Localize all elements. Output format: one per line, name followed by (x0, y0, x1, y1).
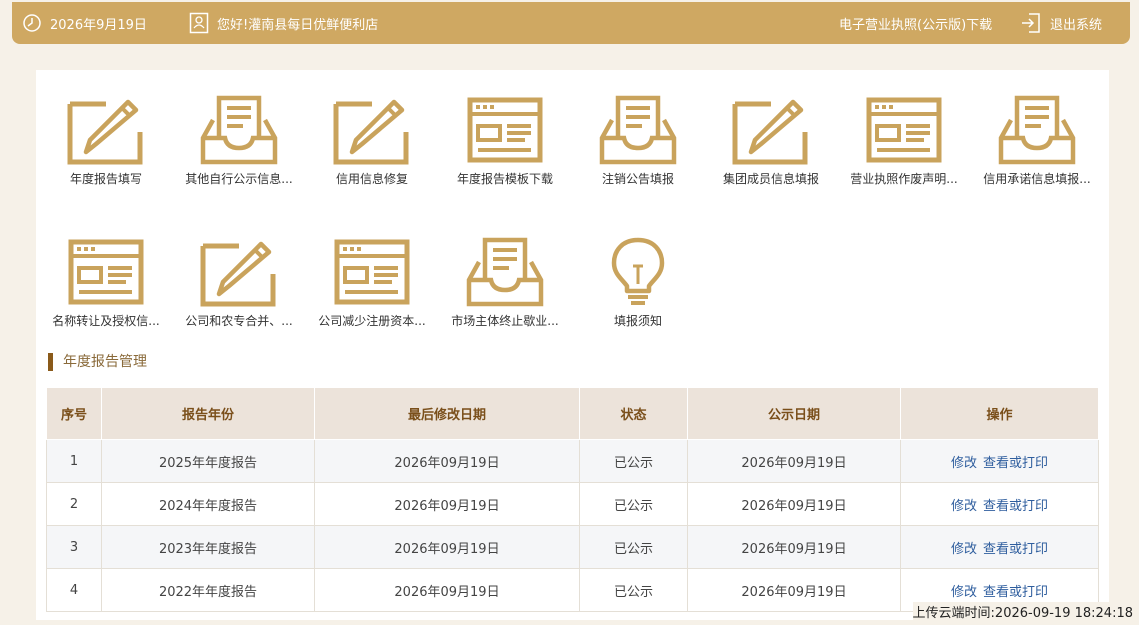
cell-actions: 修改 查看或打印 (900, 482, 1099, 526)
function-tile-4[interactable]: 年度报告模板下载 (445, 94, 565, 204)
clock-icon (23, 14, 41, 32)
function-tile-label: 注销公告填报 (601, 172, 674, 186)
inbox-icon (997, 94, 1077, 166)
cell-publish: 2026年09月19日 (687, 568, 901, 612)
col-header-year: 报告年份 (101, 387, 315, 440)
view-print-link[interactable]: 查看或打印 (983, 456, 1048, 471)
table-row: 2 2024年年度报告 2026年09月19日 已公示 2026年09月19日 … (46, 482, 1099, 526)
pencil-doc-icon (66, 94, 146, 166)
function-tile-label: 公司减少注册资本... (318, 314, 426, 328)
pencil-doc-icon (731, 94, 811, 166)
pencil-doc-icon (332, 94, 412, 166)
cell-year: 2022年年度报告 (101, 568, 315, 612)
greeting-text: 您好!灌南县每日优鲜便利店 (217, 17, 379, 33)
function-tile-label: 信用信息修复 (335, 172, 408, 186)
cell-year: 2024年年度报告 (101, 482, 315, 526)
cell-status: 已公示 (579, 439, 688, 483)
cell-no: 3 (46, 525, 102, 569)
table-header-row: 序号 报告年份 最后修改日期 状态 公示日期 操作 (46, 387, 1099, 440)
cell-modified: 2026年09月19日 (314, 482, 580, 526)
edit-link[interactable]: 修改 (951, 456, 977, 471)
col-header-status: 状态 (579, 387, 688, 440)
edit-link[interactable]: 修改 (951, 499, 977, 514)
cell-publish: 2026年09月19日 (687, 482, 901, 526)
table-row: 3 2023年年度报告 2026年09月19日 已公示 2026年09月19日 … (46, 525, 1099, 569)
cell-modified: 2026年09月19日 (314, 568, 580, 612)
current-date: 2026年9月19日 (50, 17, 147, 33)
view-print-link[interactable]: 查看或打印 (983, 585, 1048, 600)
function-tile-1[interactable]: 年度报告填写 (46, 94, 166, 204)
cell-modified: 2026年09月19日 (314, 439, 580, 483)
function-tile-label: 公司和农专合并、... (185, 314, 293, 328)
function-tile-8[interactable]: 信用承诺信息填报... (977, 94, 1097, 204)
function-tile-label: 信用承诺信息填报... (983, 172, 1091, 186)
user-card-icon (189, 12, 209, 34)
main-panel: 年度报告填写 其他自行公示信息... 信用信息修复 年度报告模板下载 注销公告填… (36, 70, 1109, 620)
function-tile-label: 名称转让及授权信... (52, 314, 160, 328)
view-print-link[interactable]: 查看或打印 (983, 542, 1048, 557)
cell-status: 已公示 (579, 568, 688, 612)
function-tile-3[interactable]: 信用信息修复 (312, 94, 432, 204)
edit-link[interactable]: 修改 (951, 542, 977, 557)
cell-publish: 2026年09月19日 (687, 439, 901, 483)
cell-no: 4 (46, 568, 102, 612)
cell-modified: 2026年09月19日 (314, 525, 580, 569)
cell-actions: 修改 查看或打印 (900, 525, 1099, 569)
license-download-label: 电子营业执照(公示版)下载 (839, 17, 993, 33)
logout-label: 退出系统 (1050, 17, 1103, 33)
inbox-icon (465, 236, 545, 308)
col-header-modified: 最后修改日期 (314, 387, 580, 440)
cell-publish: 2026年09月19日 (687, 525, 901, 569)
function-tile-10[interactable]: 公司和农专合并、... (179, 236, 299, 346)
function-tile-label: 年度报告填写 (69, 172, 142, 186)
annual-report-table: 序号 报告年份 最后修改日期 状态 公示日期 操作 1 2025年年度报告 20… (46, 387, 1099, 612)
function-tile-13[interactable]: 填报须知 (578, 236, 698, 346)
bulb-icon (598, 236, 678, 308)
col-header-actions: 操作 (900, 387, 1099, 440)
function-tile-label: 集团成员信息填报 (722, 172, 819, 186)
col-header-no: 序号 (46, 387, 102, 440)
cell-status: 已公示 (579, 482, 688, 526)
function-tile-label: 市场主体终止歇业... (451, 314, 559, 328)
cell-no: 2 (46, 482, 102, 526)
logout-icon (1022, 13, 1040, 33)
function-tile-label: 年度报告模板下载 (456, 172, 553, 186)
function-tile-7[interactable]: 营业执照作废声明... (844, 94, 964, 204)
cell-actions: 修改 查看或打印 (900, 439, 1099, 483)
view-print-link[interactable]: 查看或打印 (983, 499, 1048, 514)
function-tile-5[interactable]: 注销公告填报 (578, 94, 698, 204)
date-item: 2026年9月19日 (22, 2, 147, 44)
window-icon (864, 94, 944, 166)
inbox-icon (199, 94, 279, 166)
inbox-icon (598, 94, 678, 166)
table-row: 1 2025年年度报告 2026年09月19日 已公示 2026年09月19日 … (46, 439, 1099, 483)
function-tile-9[interactable]: 名称转让及授权信... (46, 236, 166, 346)
cell-no: 1 (46, 439, 102, 483)
cell-year: 2025年年度报告 (101, 439, 315, 483)
function-tile-label: 填报须知 (613, 314, 662, 328)
license-download-link[interactable]: 电子营业执照(公示版)下载 (839, 2, 992, 44)
cell-status: 已公示 (579, 525, 688, 569)
window-icon (332, 236, 412, 308)
function-tile-label: 其他自行公示信息... (185, 172, 293, 186)
logout-button[interactable]: 退出系统 (1020, 2, 1102, 44)
greeting-item: 您好!灌南县每日优鲜便利店 (189, 2, 378, 44)
function-tile-11[interactable]: 公司减少注册资本... (312, 236, 432, 346)
pencil-doc-icon (199, 236, 279, 308)
top-bar: 2026年9月19日 您好!灌南县每日优鲜便利店 电子营业执照(公示版)下载 退… (12, 2, 1130, 44)
col-header-publish: 公示日期 (687, 387, 901, 440)
window-icon (66, 236, 146, 308)
function-tile-6[interactable]: 集团成员信息填报 (711, 94, 831, 204)
cell-year: 2023年年度报告 (101, 525, 315, 569)
window-icon (465, 94, 545, 166)
edit-link[interactable]: 修改 (951, 585, 977, 600)
function-tile-12[interactable]: 市场主体终止歇业... (445, 236, 565, 346)
function-tile-label: 营业执照作废声明... (850, 172, 958, 186)
section-title: 年度报告管理 (48, 353, 147, 371)
function-tile-2[interactable]: 其他自行公示信息... (179, 94, 299, 204)
upload-time: 上传云端时间:2026-09-19 18:24:18 (912, 602, 1133, 621)
